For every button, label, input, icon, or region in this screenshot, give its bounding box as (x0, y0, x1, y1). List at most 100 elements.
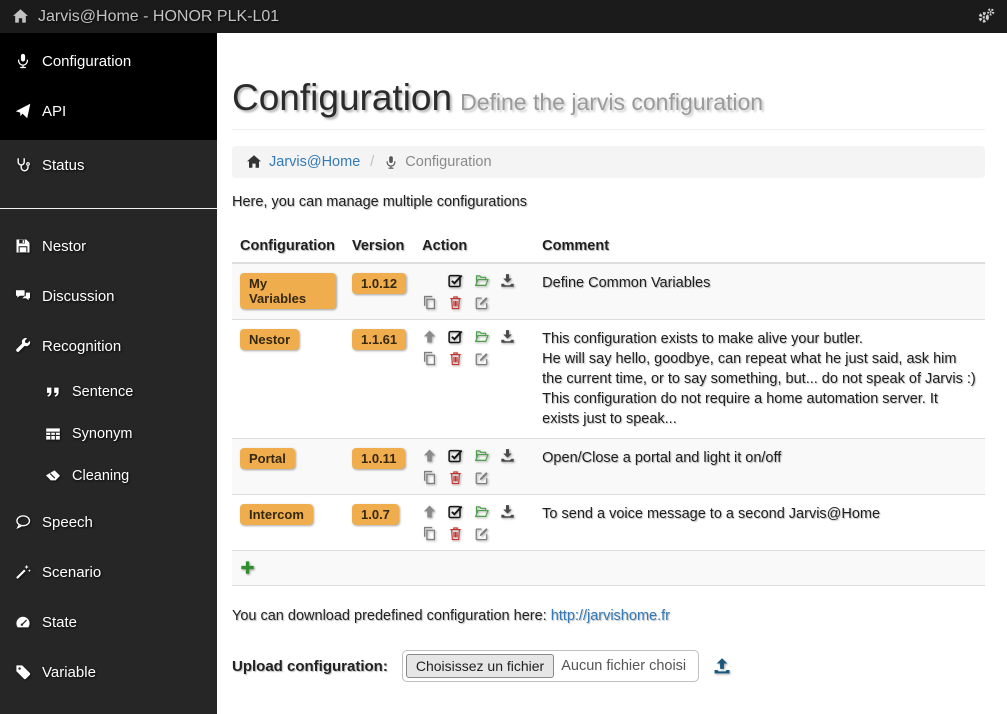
sidebar-item-scenario[interactable]: Scenario (0, 547, 217, 597)
active-checkbox-icon[interactable] (448, 273, 463, 288)
sidebar-item-label: Nestor (42, 238, 86, 255)
move-up-icon[interactable] (422, 448, 437, 463)
action-buttons (422, 504, 526, 541)
jarvishome-link[interactable]: http://jarvishome.fr (551, 608, 670, 624)
sidebar-item-api[interactable]: API (0, 86, 217, 136)
download-icon[interactable] (500, 504, 515, 519)
copy-icon[interactable] (422, 526, 437, 541)
cogs-icon (977, 7, 995, 25)
config-version-badge: 1.0.7 (352, 504, 399, 525)
sidebar-item-synonym[interactable]: Synonym (0, 413, 217, 455)
add-configuration-button[interactable] (240, 560, 255, 575)
upload-label: Upload configuration: (232, 658, 388, 675)
magic-wand-icon (15, 564, 31, 580)
edit-icon[interactable] (474, 526, 489, 541)
gauge-icon (15, 614, 31, 630)
config-comment: To send a voice message to a second Jarv… (534, 495, 985, 551)
breadcrumb-home-link[interactable]: Jarvis@Home (246, 154, 360, 170)
edit-icon[interactable] (474, 470, 489, 485)
sidebar-item-label: Discussion (42, 288, 115, 305)
edit-icon[interactable] (474, 351, 489, 366)
sidebar-item-sentence[interactable]: Sentence (0, 371, 217, 413)
col-header-version: Version (344, 230, 414, 263)
config-name-badge: Intercom (240, 504, 313, 525)
delete-icon[interactable] (448, 351, 463, 366)
sidebar-item-recognition[interactable]: Recognition (0, 321, 217, 371)
main-content: Configuration Define the jarvis configura… (217, 33, 1007, 714)
config-version-badge: 1.0.12 (352, 273, 406, 294)
open-folder-icon[interactable] (474, 448, 489, 463)
sidebar: Configuration API Status Nestor Discussi… (0, 33, 217, 714)
sidebar-item-speech[interactable]: Speech (0, 497, 217, 547)
breadcrumb-home-label: Jarvis@Home (269, 154, 360, 170)
config-name-badge: Portal (240, 448, 295, 469)
active-checkbox-icon[interactable] (448, 329, 463, 344)
copy-icon[interactable] (422, 351, 437, 366)
config-comment: Define Common Variables (534, 263, 985, 320)
sidebar-item-status[interactable]: Status (0, 140, 217, 190)
table-row: Intercom 1.0.7 To send a voice message t… (232, 495, 985, 551)
sidebar-item-label: Recognition (42, 338, 121, 355)
sidebar-item-discussion[interactable]: Discussion (0, 271, 217, 321)
stethoscope-icon (15, 157, 31, 173)
file-status-text: Aucun fichier choisi (554, 658, 695, 674)
sidebar-item-label: Synonym (72, 426, 132, 442)
delete-icon[interactable] (448, 295, 463, 310)
file-input[interactable]: Choisissez un fichier Aucun fichier choi… (402, 650, 699, 682)
config-name-badge: My Variables (240, 273, 336, 309)
table-row: Portal 1.0.11 Open/Close a portal and li… (232, 439, 985, 495)
download-icon[interactable] (500, 273, 515, 288)
microphone-icon (15, 53, 31, 69)
tag-icon (15, 664, 31, 680)
download-icon[interactable] (500, 329, 515, 344)
sidebar-item-label: Speech (42, 514, 93, 531)
config-version-badge: 1.1.61 (352, 329, 406, 350)
choose-file-button[interactable]: Choisissez un fichier (406, 654, 554, 678)
table-row: My Variables 1.0.12 Define Common Variab… (232, 263, 985, 320)
page-subtitle: Define the jarvis configuration (460, 89, 763, 115)
sidebar-item-label: Cleaning (72, 468, 129, 484)
sidebar-active-group: Configuration API (0, 33, 217, 140)
breadcrumb-current-label: Configuration (405, 154, 491, 170)
table-header-row: Configuration Version Action Comment (232, 230, 985, 263)
action-buttons (422, 448, 526, 485)
save-icon (15, 238, 31, 254)
breadcrumb: Jarvis@Home / Configuration (232, 146, 985, 178)
sidebar-item-nestor[interactable]: Nestor (0, 221, 217, 271)
upload-button[interactable] (713, 657, 731, 676)
sidebar-status-group: Status (0, 140, 217, 209)
move-up-icon[interactable] (422, 329, 437, 344)
edit-icon[interactable] (474, 295, 489, 310)
sidebar-item-cleaning[interactable]: Cleaning (0, 455, 217, 497)
action-buttons (422, 329, 526, 366)
active-checkbox-icon[interactable] (448, 448, 463, 463)
delete-icon[interactable] (448, 470, 463, 485)
open-folder-icon[interactable] (474, 273, 489, 288)
settings-button[interactable] (977, 7, 995, 26)
move-up-icon[interactable] (422, 504, 437, 519)
breadcrumb-current: Configuration (384, 154, 491, 170)
sidebar-item-configuration[interactable]: Configuration (0, 36, 217, 86)
sidebar-item-label: Status (42, 157, 85, 174)
open-folder-icon[interactable] (474, 504, 489, 519)
open-folder-icon[interactable] (474, 329, 489, 344)
comments-icon (15, 288, 31, 304)
sidebar-item-variable[interactable]: Variable (0, 647, 217, 697)
active-checkbox-icon[interactable] (448, 504, 463, 519)
home-icon (12, 8, 29, 25)
copy-icon[interactable] (422, 295, 437, 310)
sidebar-item-label: Sentence (72, 384, 133, 400)
speech-bubble-icon (15, 514, 31, 530)
download-text: You can download predefined configuratio… (232, 608, 551, 624)
action-buttons (422, 273, 526, 310)
page-header: ConfigurationDefine the jarvis configura… (232, 33, 985, 130)
col-header-comment: Comment (534, 230, 985, 263)
delete-icon[interactable] (448, 526, 463, 541)
navbar-brand[interactable]: Jarvis@Home - HONOR PLK-L01 (12, 8, 279, 26)
sidebar-item-state[interactable]: State (0, 597, 217, 647)
download-line: You can download predefined configuratio… (232, 608, 985, 624)
table-row: Nestor 1.1.61 This configuration exists … (232, 320, 985, 439)
download-icon[interactable] (500, 448, 515, 463)
copy-icon[interactable] (422, 470, 437, 485)
table-icon (45, 426, 61, 442)
